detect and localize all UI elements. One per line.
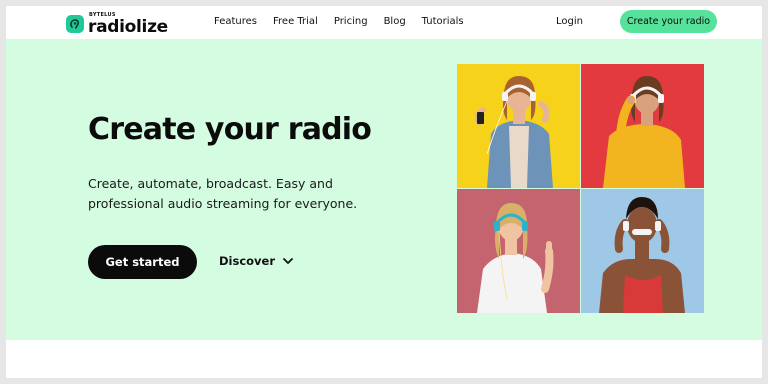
nav-item-free-trial[interactable]: Free Trial xyxy=(273,16,318,27)
nav-item-pricing[interactable]: Pricing xyxy=(334,16,368,27)
person-headphones-photo xyxy=(457,189,580,313)
person-headphones-photo xyxy=(581,64,704,188)
discover-label: Discover xyxy=(219,254,276,268)
discover-button[interactable]: Discover xyxy=(219,254,293,268)
top-navbar: BYTELUS radiolize Features Free Trial Pr… xyxy=(6,6,762,39)
nav-item-tutorials[interactable]: Tutorials xyxy=(422,16,464,27)
nav-item-blog[interactable]: Blog xyxy=(384,16,406,27)
create-radio-button[interactable]: Create your radio xyxy=(620,10,717,33)
hero-title: Create your radio xyxy=(88,112,372,147)
brand-name: radiolize xyxy=(88,17,168,37)
nav-item-features[interactable]: Features xyxy=(214,16,257,27)
photo-gallery xyxy=(457,64,705,315)
main-nav: Features Free Trial Pricing Blog Tutoria… xyxy=(214,16,480,27)
hero-section: Create your radio Create, automate, broa… xyxy=(6,39,762,340)
ear-logo-icon xyxy=(66,15,84,33)
get-started-button[interactable]: Get started xyxy=(88,245,197,279)
person-headphones-photo xyxy=(581,189,704,313)
page: BYTELUS radiolize Features Free Trial Pr… xyxy=(6,6,762,378)
chevron-down-icon xyxy=(283,254,293,268)
person-headphones-photo xyxy=(457,64,580,188)
below-fold-area xyxy=(6,340,762,378)
brand-logo[interactable]: BYTELUS radiolize xyxy=(66,12,176,37)
login-link[interactable]: Login xyxy=(556,16,583,27)
hero-subtitle: Create, automate, broadcast. Easy and pr… xyxy=(88,176,358,211)
